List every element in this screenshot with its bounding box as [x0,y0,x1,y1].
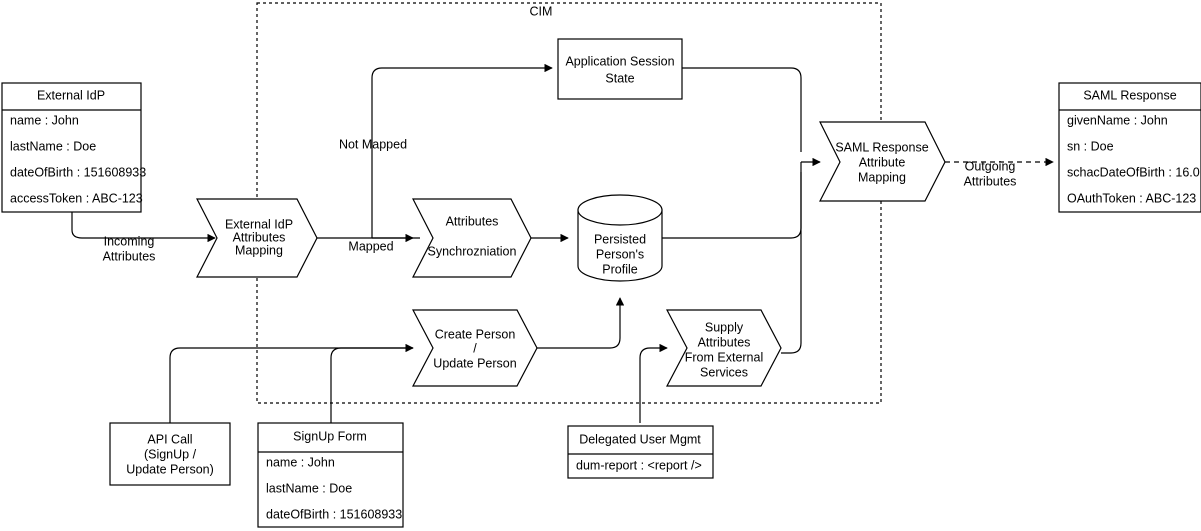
entity-saml-response[interactable]: SAML Response givenName : John sn : Doe … [1058,82,1201,213]
process-saml-response-attribute-mapping[interactable]: SAML Response Attribute Mapping [819,121,946,202]
edge-label-not-mapped: Not Mapped [339,137,407,151]
api-call-line-0: API Call [147,432,192,446]
edge-create-person-to-profile [537,297,625,349]
persisted-profile-line-0: Persisted [594,232,646,246]
saml-response-row-0: givenName : John [1067,113,1168,127]
external-idp-title: External IdP [37,88,105,102]
signup-form-title: SignUp Form [293,429,367,443]
signup-form-row-2: dateOfBirth : 151608933 [266,507,402,521]
persisted-profile-line-2: Profile [602,262,637,276]
edge-label-incoming-attributes-line1: Incoming [104,234,155,248]
external-idp-row-0: name : John [10,113,79,127]
api-call-line-2: Update Person) [126,462,214,476]
saml-response-mapping-line-0: SAML Response [835,140,928,154]
edge-label-mapped: Mapped [348,239,393,253]
external-idp-row-3: accessToken : ABC-123 [10,191,143,205]
state-application-session-state[interactable]: Application Session State [557,38,683,100]
saml-response-mapping-line-1: Attribute [859,155,906,169]
persisted-profile-line-1: Person's [596,247,644,261]
cim-boundary-label: CIM [530,4,553,18]
persisted-profile-top [577,194,663,226]
edge-api-call-to-create-person [169,343,414,423]
create-update-person-line-1: / [473,341,477,355]
attributes-sync-shape [412,198,532,278]
api-call-line-1: (SignUp / [144,447,197,461]
supply-attributes-line-0: Supply [705,320,744,334]
saml-response-row-2: schacDateOfBirth : 16.01 [1067,165,1201,179]
create-update-person-line-2: Update Person [433,356,516,370]
edge-label-outgoing-attributes-line2: Attributes [964,174,1017,188]
delegated-user-mgmt-row-0: dum-report : <report /> [576,458,702,472]
process-create-update-person[interactable]: Create Person / Update Person [412,309,538,387]
external-idp-mapping-line-1: Attributes [233,230,286,244]
supply-attributes-line-2: From External [685,350,764,364]
supply-attributes-line-1: Attributes [698,335,751,349]
edge-supply-to-saml [781,172,802,354]
external-idp-mapping-line-2: Mapping [235,243,283,257]
delegated-user-mgmt-title: Delegated User Mgmt [579,432,701,446]
supply-attributes-line-3: Services [700,365,748,379]
entity-signup-form[interactable]: SignUp Form name : John lastName : Doe d… [257,422,404,528]
edge-signup-to-create-person [330,347,413,423]
application-session-state-line-0: Application Session [565,54,674,68]
cim-attribute-flow-diagram: CIM Incoming Attributes Not Mapped Mappe… [1,2,1201,528]
datastore-persisted-persons-profile[interactable]: Persisted Person's Profile [577,194,663,282]
edge-session-to-saml [682,67,802,152]
external-idp-row-1: lastName : Doe [10,139,96,153]
external-idp-mapping-line-0: External IdP [225,217,293,231]
saml-response-mapping-line-2: Mapping [858,170,906,184]
entity-delegated-user-mgmt[interactable]: Delegated User Mgmt dum-report : <report… [567,425,714,479]
attributes-sync-line-0: Attributes [446,214,499,228]
application-session-state-box [557,38,683,100]
saml-response-row-1: sn : Doe [1067,139,1114,153]
process-supply-attributes-external[interactable]: Supply Attributes From External Services [666,309,782,387]
edge-dum-to-supply [639,343,668,423]
edge-label-incoming-attributes-line2: Attributes [103,249,156,263]
create-update-person-line-0: Create Person [435,327,516,341]
signup-form-row-1: lastName : Doe [266,481,352,495]
process-attributes-synchronization[interactable]: Attributes Synchrozniation [412,198,532,278]
edge-label-outgoing-attributes-line1: Outgoing [965,159,1016,173]
entity-api-call[interactable]: API Call (SignUp / Update Person) [109,422,231,486]
external-idp-row-2: dateOfBirth : 151608933 [10,165,146,179]
saml-response-title: SAML Response [1083,88,1176,102]
saml-response-row-3: OAuthToken : ABC-123 [1067,191,1196,205]
attributes-sync-line-1: Synchrozniation [428,244,517,258]
signup-form-row-0: name : John [266,455,335,469]
edge-profile-to-saml [660,162,802,239]
entity-external-idp[interactable]: External IdP name : John lastName : Doe … [1,82,146,213]
application-session-state-line-1: State [605,71,634,85]
diagram-canvas: CIM Incoming Attributes Not Mapped Mappe… [0,0,1201,531]
